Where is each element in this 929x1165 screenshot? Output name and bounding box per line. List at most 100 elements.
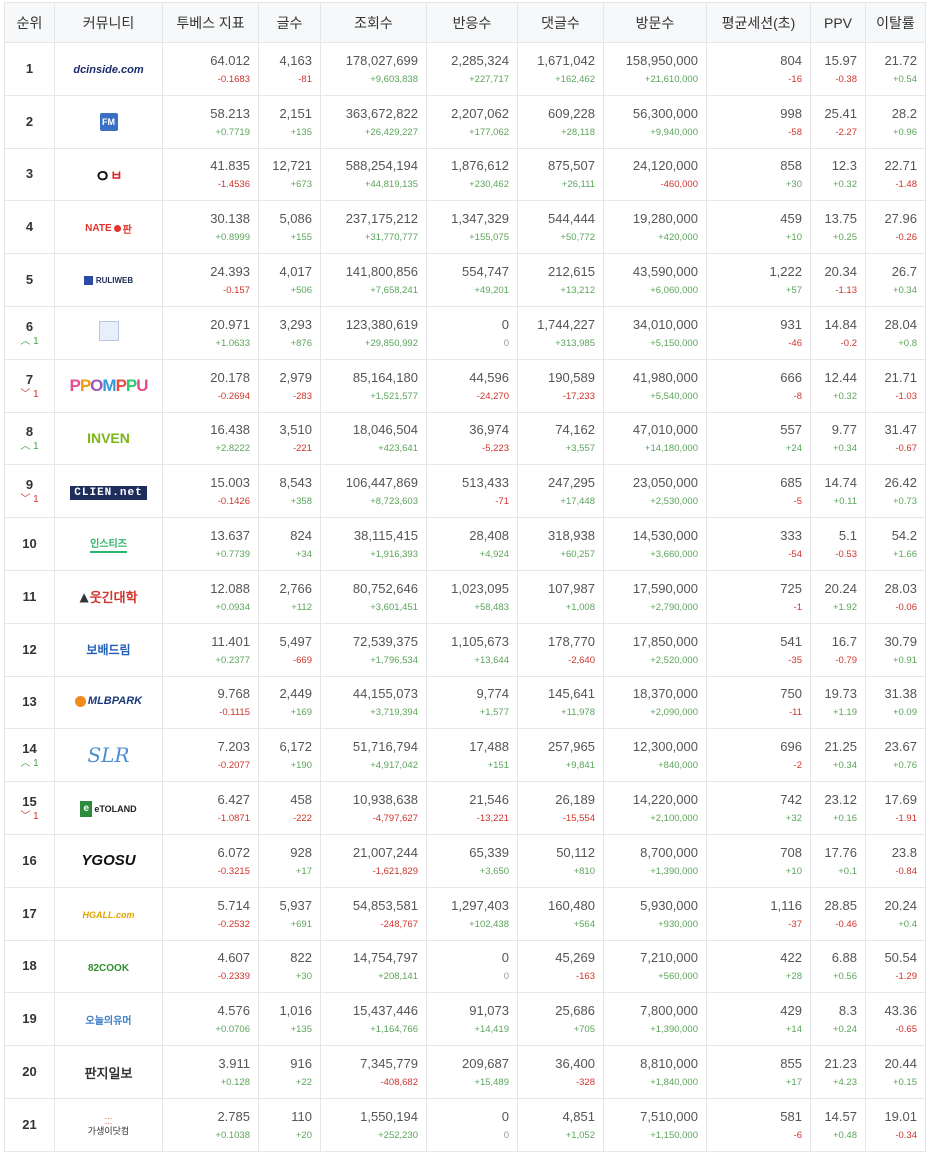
tubes-index-value: 7.203 <box>217 739 250 755</box>
community-logo-cell[interactable]: 82COOK <box>54 939 163 994</box>
header-col-posts[interactable]: 글수 <box>258 2 321 43</box>
clien-logo-icon[interactable]: CLIEN.net <box>70 483 147 500</box>
header-col-views[interactable]: 조회수 <box>320 2 427 43</box>
bounce-rate-value: 23.67 <box>884 739 917 755</box>
header-col-avg-session[interactable]: 평균세션(초) <box>706 2 811 43</box>
community-logo-cell[interactable]: MLBPARK <box>54 675 163 730</box>
community-logo-cell[interactable]: PPOMPPU <box>54 358 163 413</box>
community-logo-cell[interactable]: 인스티즈 <box>54 517 163 571</box>
rank-change-up: ︿ 1 <box>5 336 54 347</box>
ppomppu-logo-icon[interactable]: PPOMPPU <box>69 376 148 395</box>
table-row[interactable]: 18 82COOK 4.607 -0.2339 822 +30 14,754,797 +208… <box>4 939 926 994</box>
table-row[interactable]: 1 dcinside.com 64.012 -0.1683 4,163 -81 178,02… <box>4 42 926 96</box>
bounce-rate-cell: 31.38 +0.09 <box>865 675 926 730</box>
humoruniv-logo-icon[interactable]: ▲ 웃긴대학 <box>79 589 137 607</box>
theqoo-logo-icon[interactable] <box>98 321 119 344</box>
ruliweb-logo-icon[interactable]: RULIWEB <box>83 273 133 288</box>
ilbe-logo-icon[interactable]: ㅇㅂ <box>95 167 123 187</box>
reactions-delta: 0 <box>503 337 509 349</box>
slr-logo-icon[interactable]: SLR <box>87 743 129 767</box>
pannzi-logo-icon[interactable]: 판지일보 <box>85 1066 133 1082</box>
header-col-visits[interactable]: 방문수 <box>603 2 707 43</box>
table-row[interactable]: 10 인스티즈 13.637 +0.7739 824 +34 38,115,415 +1,91… <box>4 517 926 571</box>
dcinside-logo-icon[interactable]: dcinside.com <box>73 61 143 76</box>
community-logo-cell[interactable]: ▲ 웃긴대학 <box>54 569 163 624</box>
nate-pann-logo-icon[interactable]: NATE 판 <box>85 219 132 236</box>
header-col-bounce-rate[interactable]: 이탈률 <box>865 2 926 43</box>
table-row[interactable]: 7 ﹀ 1 P P O M P P U 20.178 -0.2694 2,979 -283 85,164,… <box>4 358 926 413</box>
header-col-reactions[interactable]: 반응수 <box>426 2 518 43</box>
posts-delta: -221 <box>292 443 312 455</box>
posts-delta: +506 <box>290 285 312 297</box>
todayhumor-logo-icon[interactable]: 오늘의유머 <box>86 1012 132 1027</box>
table-row[interactable]: 5 RULIWEB 24.393 -0.157 4,017 +506 141,800,856… <box>4 253 926 307</box>
ppv-value: 14.57 <box>824 1108 857 1124</box>
community-logo-cell[interactable]: 오늘의유머 <box>54 992 163 1047</box>
table-row[interactable]: 11 ▲ 웃긴대학 12.088 +0.0934 2,766 +112 80,752,646 +… <box>4 569 926 624</box>
table-row[interactable]: 12 보배드림 11.401 +0.2377 5,497 -669 72,539,375 +1… <box>4 622 926 677</box>
table-row[interactable]: 6 ︿ 1 20.971 +1.0633 3,293 +876 123,380,619 +29… <box>4 305 926 360</box>
header-col-ppv[interactable]: PPV <box>810 2 866 43</box>
community-logo-cell[interactable]: FM <box>54 94 163 149</box>
gasengi-logo-icon[interactable]: ⁚⁚⁚ 가생이닷컴 <box>88 1112 129 1137</box>
hgall-logo-icon[interactable]: HGALL.com <box>82 906 134 921</box>
rank-number: 9 <box>25 477 34 493</box>
table-row[interactable]: 3 ㅇㅂ 41.835 -1.4536 12,721 +673 588,254,194 +44… <box>4 147 926 202</box>
community-logo-cell[interactable]: ㅇㅂ <box>54 147 163 202</box>
community-logo-cell[interactable]: HGALL.com <box>54 886 163 941</box>
table-row[interactable]: 13 MLBPARK 9.768 -0.1115 2,449 +169 44,155,073… <box>4 675 926 730</box>
table-row[interactable]: 16 YGOSU 6.072 -0.3215 928 +17 21,007,244 -1,62… <box>4 833 926 888</box>
community-logo-cell[interactable]: 보배드림 <box>54 622 163 677</box>
tubes-index-value: 20.971 <box>210 316 250 332</box>
rank-cell: 17 <box>4 886 55 941</box>
etoland-logo-icon[interactable]: e eTOLAND <box>80 799 137 818</box>
community-logo-cell[interactable]: 판지일보 <box>54 1045 163 1099</box>
mlbpark-logo-icon[interactable]: MLBPARK <box>74 695 142 710</box>
82cook-logo-icon[interactable]: 82COOK <box>88 959 129 974</box>
community-logo-cell[interactable]: YGOSU <box>54 833 163 888</box>
header-col-rank[interactable]: 순위 <box>4 2 55 43</box>
table-row[interactable]: 4 NATE 판 30.138 +0.8999 5,086 +155 237,175,212 +… <box>4 200 926 255</box>
views-cell: 51,716,794 +4,917,042 <box>320 728 427 783</box>
table-row[interactable]: 9 ﹀ 1 CLIEN.net 15.003 -0.1426 8,543 +358 106,4… <box>4 464 926 519</box>
table-row[interactable]: 17 HGALL.com 5.714 -0.2532 5,937 +691 54,853,5… <box>4 886 926 941</box>
table-row[interactable]: 20 판지일보 3.911 +0.128 916 +22 7,345,779 -408,682… <box>4 1045 926 1099</box>
community-logo-cell[interactable]: dcinside.com <box>54 42 163 96</box>
table-row[interactable]: 14 ︿ 1 SLR 7.203 -0.2077 6,172 +190 51,716,794 +… <box>4 728 926 783</box>
header-col-community[interactable]: 커뮤니티 <box>54 2 163 43</box>
community-logo-cell[interactable]: CLIEN.net <box>54 464 163 519</box>
instiz-logo-icon[interactable]: 인스티즈 <box>90 535 127 554</box>
reactions-cell: 21,546 -13,221 <box>426 781 518 835</box>
posts-delta: +155 <box>290 232 312 244</box>
inven-logo-icon[interactable]: INVEN <box>87 430 130 446</box>
community-logo-cell[interactable]: NATE 판 <box>54 200 163 255</box>
community-logo-cell[interactable]: SLR <box>54 728 163 783</box>
community-logo-cell[interactable]: INVEN <box>54 411 163 466</box>
visits-delta: +2,520,000 <box>650 654 698 666</box>
views-delta: -408,682 <box>380 1077 418 1089</box>
community-logo-cell[interactable]: ⁚⁚⁚ 가생이닷컴 <box>54 1097 163 1152</box>
community-logo-cell[interactable] <box>54 305 163 360</box>
table-row[interactable]: 15 ﹀ 1 e eTOLAND 6.427 -1.0871 458 -222 10,938,6… <box>4 781 926 835</box>
views-value: 10,938,638 <box>352 792 418 808</box>
table-row[interactable]: 21 ⁚⁚⁚ 가생이닷컴 2.785 +0.1038 110 +20 1,550,194 +25… <box>4 1097 926 1152</box>
visits-value: 158,950,000 <box>625 52 698 68</box>
reactions-delta: 0 <box>503 1129 509 1141</box>
ygosu-logo-icon[interactable]: YGOSU <box>81 852 135 869</box>
bobaedream-logo-icon[interactable]: 보배드림 <box>86 642 130 657</box>
fmkorea-logo-icon[interactable]: FM <box>99 112 118 131</box>
table-row[interactable]: 8 ︿ 1 INVEN 16.438 +2.8222 3,510 -221 18,046,50… <box>4 411 926 466</box>
table-row[interactable]: 2 FM 58.213 +0.7719 2,151 +135 363,672,822 +26,… <box>4 94 926 149</box>
visits-delta: +1,840,000 <box>650 1077 698 1089</box>
community-logo-cell[interactable]: RULIWEB <box>54 253 163 307</box>
table-row[interactable]: 19 오늘의유머 4.576 +0.0706 1,016 +135 15,437,446 +1… <box>4 992 926 1047</box>
header-col-comments[interactable]: 댓글수 <box>517 2 604 43</box>
ppv-value: 13.75 <box>824 211 857 227</box>
visits-value: 5,930,000 <box>640 897 698 913</box>
header-col-tubes-index[interactable]: 투베스 지표 <box>162 2 259 43</box>
community-logo-cell[interactable]: e eTOLAND <box>54 781 163 835</box>
ppv-cell: 19.73 +1.19 <box>810 675 866 730</box>
views-cell: 21,007,244 -1,621,829 <box>320 833 427 888</box>
tubes-index-cell: 20.971 +1.0633 <box>162 305 259 360</box>
comments-value: 247,295 <box>548 475 595 491</box>
